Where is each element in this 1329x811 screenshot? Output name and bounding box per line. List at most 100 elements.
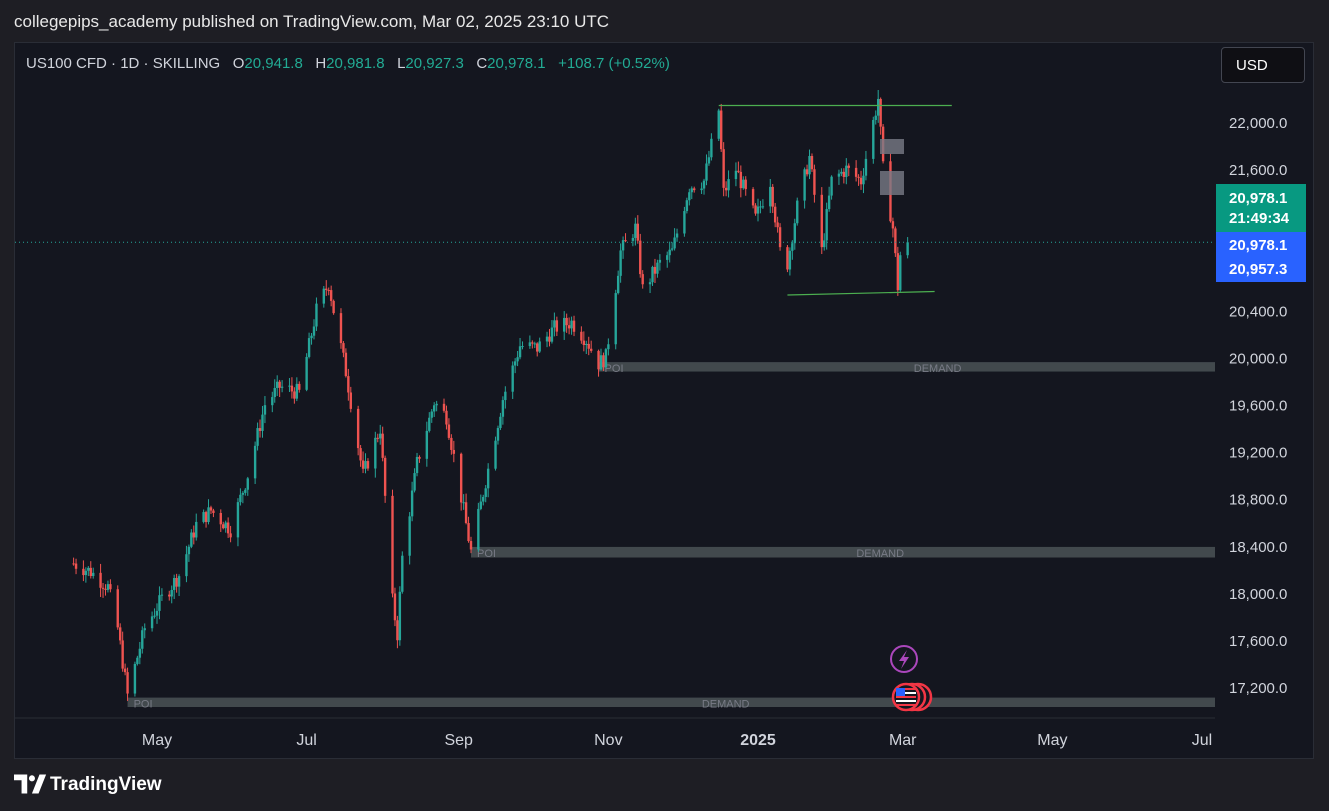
demand-zone[interactable] xyxy=(598,362,1215,372)
candle-down xyxy=(383,457,387,496)
candle-down xyxy=(226,522,230,534)
candle-up xyxy=(791,243,794,251)
candle-up xyxy=(310,335,313,339)
candle-up xyxy=(256,428,259,446)
x-tick-label: Sep xyxy=(444,732,473,749)
candle-up xyxy=(133,663,137,694)
candle-down xyxy=(126,672,129,694)
candle-down xyxy=(332,300,335,314)
candle-up xyxy=(518,346,522,358)
candle-up xyxy=(793,223,796,244)
candle-up xyxy=(364,461,367,469)
candle-up xyxy=(273,387,276,398)
last-price-value: 20,978.1 xyxy=(1229,190,1287,207)
candle-down xyxy=(168,594,171,597)
candle-down xyxy=(74,563,78,569)
price-tags: 20,978.1 21:49:34 20,978.1 20,957.3 xyxy=(1216,184,1306,282)
poi-label: POI xyxy=(134,699,153,711)
flag-stripe xyxy=(896,696,916,698)
demand-zone[interactable] xyxy=(470,546,1215,558)
candle-up xyxy=(504,391,507,401)
candle-up xyxy=(415,456,419,474)
candle-up xyxy=(261,414,264,431)
symbol-legend[interactable]: US100 CFD · 1D · SKILLING O20,941.8 H20,… xyxy=(26,55,670,72)
candle-up xyxy=(513,361,517,366)
candle-up xyxy=(253,445,257,479)
candle-down xyxy=(891,221,895,229)
candle-up xyxy=(521,346,524,348)
candle-up xyxy=(322,288,326,304)
candle-up xyxy=(528,342,532,347)
range-line[interactable] xyxy=(787,290,935,296)
candle-down xyxy=(293,391,296,399)
candle-down xyxy=(101,587,105,589)
candle-up xyxy=(796,200,799,224)
candle-up xyxy=(616,275,620,294)
candle-down xyxy=(450,437,453,450)
candle-up xyxy=(155,610,159,616)
candle-down xyxy=(359,448,362,461)
candle-down xyxy=(469,541,473,550)
candle-up xyxy=(545,336,549,342)
candle-up xyxy=(499,416,502,429)
candle-down xyxy=(356,408,360,449)
candle-up xyxy=(673,237,676,249)
candle-up xyxy=(202,512,205,522)
candle-down xyxy=(567,325,571,329)
x-tick-label: May xyxy=(142,732,172,749)
candle-up xyxy=(823,240,826,248)
countdown-value: 21:49:34 xyxy=(1229,210,1290,227)
candle-up xyxy=(84,570,88,576)
candle-up xyxy=(761,206,765,208)
candle-up xyxy=(138,648,142,658)
candle-down xyxy=(347,376,350,393)
candle-down xyxy=(459,453,463,503)
candle-down xyxy=(298,383,301,390)
candle-down xyxy=(720,110,723,150)
candle-down xyxy=(393,593,397,621)
flag-stripe xyxy=(896,700,916,702)
candle-up xyxy=(143,628,146,631)
candle-down xyxy=(531,342,534,344)
candle-down xyxy=(805,169,809,175)
candle-up xyxy=(864,158,868,176)
candle-down xyxy=(751,189,755,206)
candle-up xyxy=(153,615,156,617)
candle-down xyxy=(192,532,195,538)
symbol-title[interactable]: US100 CFD · 1D · SKILLING xyxy=(26,55,220,72)
candle-up xyxy=(136,657,139,664)
candle-up xyxy=(187,546,191,555)
supply-marker xyxy=(880,171,904,195)
candle-down xyxy=(778,227,782,248)
y-tick-label: 22,000.0 xyxy=(1229,115,1287,132)
candle-up xyxy=(410,490,414,517)
tradingview-brand: TradingView xyxy=(50,774,162,795)
demand-label: DEMAND xyxy=(914,363,962,375)
candle-down xyxy=(771,186,774,207)
x-tick-label: Nov xyxy=(594,732,622,749)
chart-canvas[interactable]: POI DEMAND POI DEMAND POI DEMAND 22,000.0 21,6… xyxy=(0,0,1329,811)
candle-up xyxy=(756,206,760,214)
demand-zone[interactable] xyxy=(127,697,1216,708)
candle-down xyxy=(624,240,627,242)
candle-up xyxy=(742,179,745,189)
candle-up xyxy=(207,507,210,523)
candle-up xyxy=(158,595,161,611)
candle-down xyxy=(212,510,215,513)
candle-up xyxy=(236,502,240,538)
candle-up xyxy=(106,584,110,590)
currency-button[interactable]: USD xyxy=(1221,47,1305,83)
candle-down xyxy=(879,98,882,127)
candle-up xyxy=(656,262,659,274)
candle-up xyxy=(408,516,411,556)
candle-up xyxy=(160,594,164,596)
candle-up xyxy=(271,397,274,406)
candle-up xyxy=(769,186,772,207)
y-tick-label: 20,000.0 xyxy=(1229,350,1287,367)
ask-value: 20,957.3 xyxy=(1229,261,1287,278)
candle-up xyxy=(244,489,247,493)
candle-up xyxy=(717,110,720,139)
candles xyxy=(72,90,909,701)
candle-up xyxy=(683,211,686,234)
candle-down xyxy=(589,348,593,351)
